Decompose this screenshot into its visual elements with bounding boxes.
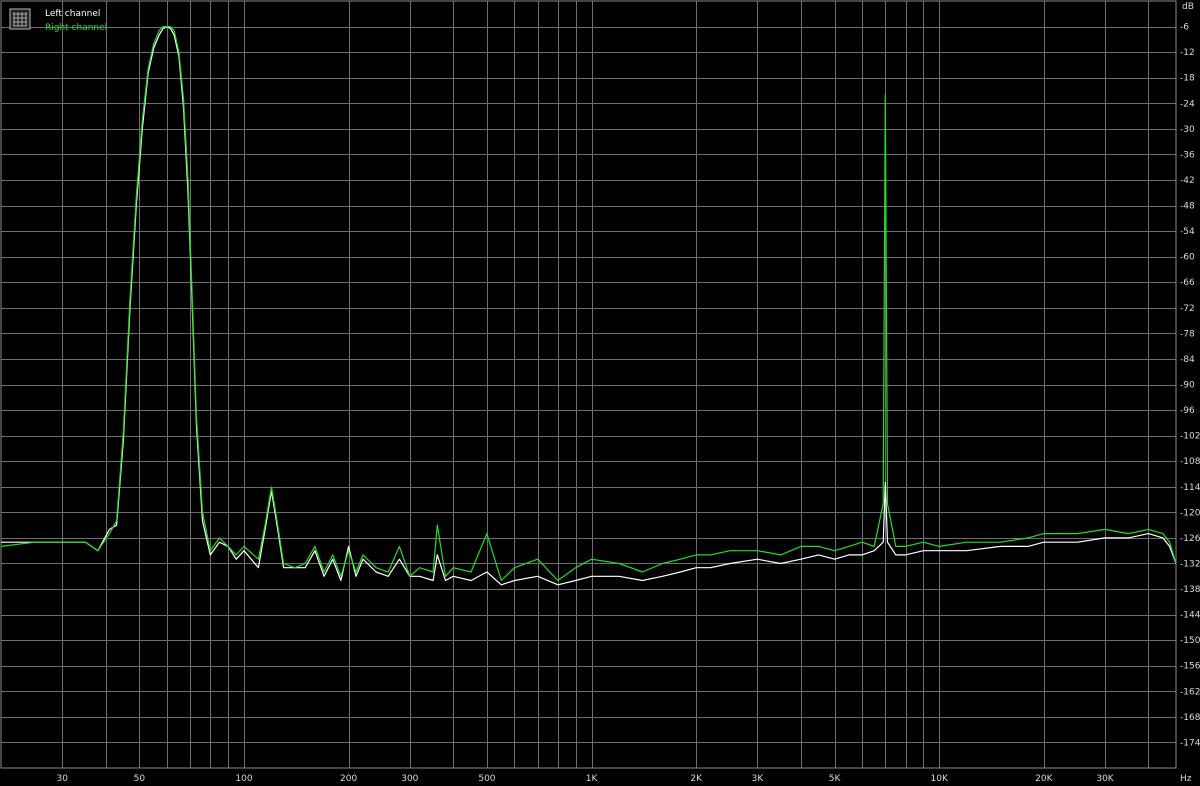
y-tick-label: -54 xyxy=(1180,227,1195,237)
y-tick-label: -18 xyxy=(1180,74,1195,84)
x-tick-label: 200 xyxy=(340,774,357,784)
y-tick-label: -36 xyxy=(1180,150,1195,160)
x-tick-label: 2K xyxy=(690,774,703,784)
x-tick-label: 100 xyxy=(235,774,252,784)
y-tick-label: -30 xyxy=(1180,125,1195,135)
y-tick-label: -90 xyxy=(1180,381,1195,391)
y-tick-label: -66 xyxy=(1180,278,1195,288)
y-tick-label: -132 xyxy=(1180,559,1200,569)
x-tick-label: 300 xyxy=(401,774,418,784)
x-tick-label: 20K xyxy=(1035,774,1053,784)
legend-right-channel: Right channel xyxy=(45,23,107,33)
x-axis-label: Hz xyxy=(1180,774,1192,784)
y-tick-label: -138 xyxy=(1180,585,1200,595)
y-tick-label: -144 xyxy=(1180,611,1200,621)
x-tick-label: 30 xyxy=(56,774,68,784)
y-tick-label: -168 xyxy=(1180,713,1200,723)
y-tick-label: -48 xyxy=(1180,202,1195,212)
y-tick-label: -96 xyxy=(1180,406,1195,416)
y-tick-label: -24 xyxy=(1180,99,1195,109)
x-tick-label: 5K xyxy=(829,774,842,784)
x-tick-label: 1K xyxy=(586,774,599,784)
spectrum-chart: -6 -12 -18 -24 -30 -36 -42 -48 -54 -60 -66 -72 -78 -8… xyxy=(0,0,1200,786)
x-tick-label: 10K xyxy=(931,774,949,784)
y-tick-label: -78 xyxy=(1180,329,1195,339)
y-tick-label: -162 xyxy=(1180,687,1200,697)
x-tick-label: 50 xyxy=(134,774,146,784)
y-tick-label: -174 xyxy=(1180,738,1200,748)
y-tick-label: -102 xyxy=(1180,432,1200,442)
x-tick-label: 3K xyxy=(752,774,765,784)
y-tick-label: -12 xyxy=(1180,48,1195,58)
y-tick-label: -72 xyxy=(1180,304,1195,314)
y-tick-label: -6 xyxy=(1180,23,1189,33)
y-tick-label: -150 xyxy=(1180,636,1200,646)
y-tick-label: -84 xyxy=(1180,355,1195,365)
y-tick-label: -108 xyxy=(1180,457,1200,467)
y-tick-label: -126 xyxy=(1180,534,1200,544)
y-tick-label: -60 xyxy=(1180,253,1195,263)
y-tick-label: -120 xyxy=(1180,508,1200,518)
x-tick-label: 30K xyxy=(1096,774,1114,784)
legend-left-channel: Left channel xyxy=(45,9,100,19)
y-tick-label: -114 xyxy=(1180,483,1200,493)
y-axis-label: dB xyxy=(1182,2,1194,12)
plot-background xyxy=(0,0,1200,786)
y-tick-label: -42 xyxy=(1180,176,1195,186)
y-tick-label: -156 xyxy=(1180,662,1200,672)
x-tick-label: 500 xyxy=(478,774,495,784)
